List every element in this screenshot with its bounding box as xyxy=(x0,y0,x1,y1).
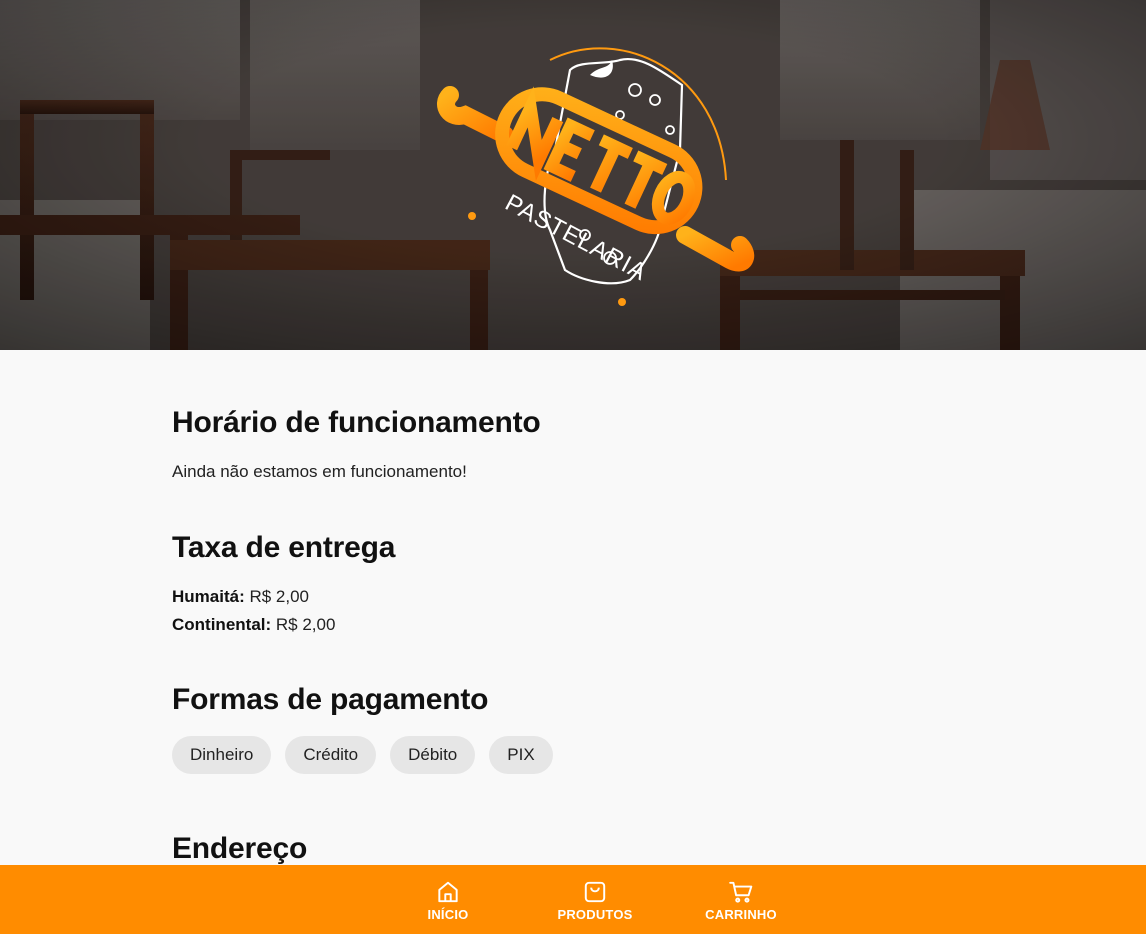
netto-pastelaria-logo: PASTELARIA xyxy=(437,47,755,306)
fee-price: R$ 2,00 xyxy=(275,615,336,634)
payment-chip-credito: Crédito xyxy=(285,736,377,774)
fee-place: Humaitá: xyxy=(172,587,245,606)
nav-item-products[interactable]: PRODUTOS xyxy=(535,865,655,934)
hours-title: Horário de funcionamento xyxy=(172,406,541,439)
payment-title: Formas de pagamento xyxy=(172,683,489,716)
nav-item-cart[interactable]: CARRINHO xyxy=(681,865,801,934)
delivery-fee-row: Continental: R$ 2,00 xyxy=(172,615,335,635)
payment-chip-dinheiro: Dinheiro xyxy=(172,736,272,774)
payment-chip-pix: PIX xyxy=(489,736,553,774)
cart-icon xyxy=(729,881,753,903)
nav-label: INÍCIO xyxy=(427,907,469,922)
bottom-navigation: INÍCIO PRODUTOS CARRINHO xyxy=(0,865,1146,934)
nav-label: PRODUTOS xyxy=(557,907,633,922)
fee-place: Continental: xyxy=(172,615,272,634)
shopping-bag-icon xyxy=(584,881,606,903)
payment-methods: Dinheiro Crédito Débito PIX xyxy=(172,736,553,774)
delivery-fee-row: Humaitá: R$ 2,00 xyxy=(172,587,309,607)
nav-item-home[interactable]: INÍCIO xyxy=(388,865,508,934)
home-icon xyxy=(438,881,458,903)
delivery-fee-title: Taxa de entrega xyxy=(172,531,396,564)
address-title: Endereço xyxy=(172,832,308,865)
nav-label: CARRINHO xyxy=(705,907,777,922)
fee-price: R$ 2,00 xyxy=(249,587,310,606)
payment-chip-debito: Débito xyxy=(390,736,476,774)
hours-text: Ainda não estamos em funcionamento! xyxy=(172,462,467,481)
hero-banner: PASTELARIA xyxy=(0,0,1146,350)
